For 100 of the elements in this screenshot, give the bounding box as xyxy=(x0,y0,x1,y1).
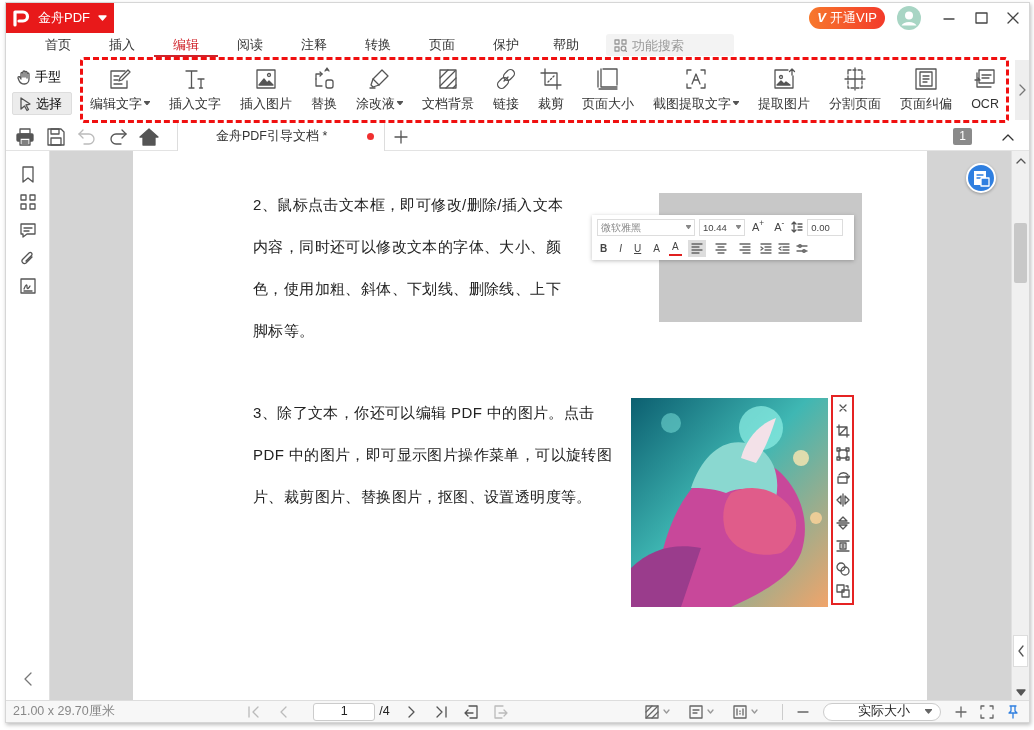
zoom-select[interactable]: 实际大小 xyxy=(823,702,941,721)
thumbnails-icon[interactable] xyxy=(18,193,37,211)
page-layout-icon xyxy=(687,703,704,720)
document-tab[interactable]: 金舟PDF引导文档 * xyxy=(177,122,385,151)
caret-icon xyxy=(925,709,932,714)
cursor-icon xyxy=(17,95,33,112)
font-size-select[interactable]: 10.44 xyxy=(699,218,745,236)
scroll-down-icon[interactable] xyxy=(1016,688,1026,696)
align-left-button[interactable] xyxy=(687,239,706,257)
ribbon-tool-button[interactable]: 插入图片 xyxy=(236,66,295,114)
rotate-icon[interactable] xyxy=(835,470,850,485)
ribbon-tool-button[interactable]: 涂改液 xyxy=(352,66,406,114)
paragraph: 3、除了文本，你还可以编辑 PDF 中的图片。点击 PDF 中的图片，即可显示图片操作菜单，可以旋转图 片、裁剪图片、替换图片，抠图、设置透明度等。 xyxy=(253,403,614,507)
image-icon xyxy=(253,66,278,91)
spacing-icon[interactable] xyxy=(795,241,808,255)
resize-icon[interactable] xyxy=(835,447,850,462)
select-tool-button[interactable]: 选择 xyxy=(12,92,72,115)
scroll-up-icon[interactable] xyxy=(1016,157,1026,165)
signature-icon[interactable] xyxy=(18,277,37,295)
menu-tab[interactable]: 首页 xyxy=(26,33,90,57)
ribbon-tool-button[interactable]: 截图提取文字 xyxy=(650,66,743,114)
search-field[interactable]: 功能搜索 xyxy=(606,34,734,56)
home-icon[interactable] xyxy=(139,126,159,147)
expand-panel-button[interactable] xyxy=(1013,635,1028,667)
page-size-label: 21.00 x 29.70厘米 xyxy=(13,703,115,721)
page-number-badge: 1 xyxy=(953,128,972,145)
font-color-button[interactable]: A xyxy=(668,240,682,256)
app-menu-button[interactable]: 金舟PDF xyxy=(6,3,114,33)
replace-image-icon[interactable] xyxy=(835,584,850,599)
menu-tab[interactable]: 帮助 xyxy=(538,33,594,57)
text-capture-icon xyxy=(684,66,709,91)
caret-icon xyxy=(663,709,671,714)
hand-icon xyxy=(16,68,32,85)
indent-icon[interactable] xyxy=(759,241,772,255)
save-icon[interactable] xyxy=(46,126,66,147)
menu-tab[interactable]: 转换 xyxy=(346,33,410,57)
comment-icon[interactable] xyxy=(18,221,37,239)
menu-tab[interactable]: 编辑 xyxy=(154,33,218,57)
plain-button[interactable]: A xyxy=(650,239,663,257)
flip-horizontal-icon[interactable] xyxy=(835,492,850,507)
ribbon-tool-button[interactable]: 页面大小 xyxy=(579,66,638,114)
line-spacing-icon[interactable] xyxy=(791,221,804,233)
page-total-label: /4 xyxy=(379,703,390,721)
menu-tab[interactable]: 注释 xyxy=(282,33,346,57)
ribbon-tool-button[interactable]: 文档背景 xyxy=(418,66,477,114)
caret-icon xyxy=(707,709,715,714)
split-page-icon xyxy=(843,66,868,91)
crop-icon[interactable] xyxy=(835,424,850,439)
page-number-field[interactable]: 1 xyxy=(313,702,376,721)
close-icon[interactable] xyxy=(1005,10,1021,26)
font-select[interactable]: 微软雅黑 xyxy=(597,218,695,236)
maximize-icon[interactable] xyxy=(973,10,989,26)
menu-tab[interactable]: 保护 xyxy=(474,33,538,57)
hand-tool-button[interactable]: 手型 xyxy=(12,65,72,88)
chevron-left-icon xyxy=(1016,645,1025,657)
floating-tool-button[interactable] xyxy=(966,163,996,193)
background-icon xyxy=(643,703,660,720)
crop-icon xyxy=(538,66,563,91)
caret-icon xyxy=(751,709,759,714)
remove-background-icon[interactable] xyxy=(835,561,850,576)
logo-icon xyxy=(12,9,30,27)
ribbon-tool-button[interactable]: 替换 xyxy=(307,66,340,114)
zoom-in-icon[interactable] xyxy=(954,704,968,719)
menu-tab[interactable]: 页面 xyxy=(410,33,474,57)
ribbon-tool-button[interactable]: 裁剪 xyxy=(534,66,567,114)
caret-icon xyxy=(736,225,741,229)
underline-button[interactable]: U xyxy=(631,239,645,257)
tab-title[interactable]: 金舟PDF引导文档 * xyxy=(216,127,328,146)
print-icon[interactable] xyxy=(15,126,35,147)
italic-button[interactable]: I xyxy=(616,239,625,257)
caret-icon xyxy=(686,225,691,229)
paragraph: 2、鼠标点击文本框，即可修改/删除/插入文本 内容，同时还可以修改文本的字体、大小、颜 色，使用加粗、斜体、下划线、删除线、上下 脚标等。 xyxy=(253,195,565,341)
shrink-font-button[interactable]: A$^{-}$ xyxy=(771,218,788,236)
grow-font-button[interactable]: A$^{+}$ xyxy=(749,218,768,236)
collapse-icon[interactable] xyxy=(22,672,33,686)
menu-tab[interactable]: 阅读 xyxy=(218,33,282,57)
pin-icon[interactable] xyxy=(1006,704,1020,719)
ribbon-tool-button[interactable]: 提取图片 xyxy=(755,66,814,114)
document-icon xyxy=(972,169,990,187)
extract-image-icon xyxy=(772,66,797,91)
ribbon-tool-button[interactable]: 页面纠偏 xyxy=(897,66,956,114)
bold-button[interactable]: B xyxy=(597,239,611,257)
caret-icon xyxy=(98,15,107,21)
outdent-icon[interactable] xyxy=(777,241,790,255)
page-size-icon xyxy=(596,66,621,91)
ribbon-tool-button[interactable]: 链接 xyxy=(489,66,522,114)
fullscreen-icon[interactable] xyxy=(980,704,994,719)
ribbon-tool-button[interactable]: 插入文字 xyxy=(165,66,224,114)
flip-vertical-icon[interactable] xyxy=(835,515,850,530)
scrollbar-thumb[interactable] xyxy=(1014,223,1027,283)
ribbon-tool-button[interactable]: OCR xyxy=(968,66,1002,114)
chevron-right-icon xyxy=(1018,84,1026,96)
ribbon-tool-button[interactable]: 分割页面 xyxy=(826,66,885,114)
align-icon[interactable] xyxy=(835,538,850,553)
ribbon-tool-button[interactable]: 编辑文字 xyxy=(86,66,153,114)
line-spacing-field[interactable]: 0.00 xyxy=(807,218,844,236)
menu-tab[interactable]: 插入 xyxy=(90,33,154,57)
actual-size-icon xyxy=(731,703,748,720)
ocr-icon xyxy=(973,66,997,91)
add-tab-icon[interactable] xyxy=(394,129,408,144)
